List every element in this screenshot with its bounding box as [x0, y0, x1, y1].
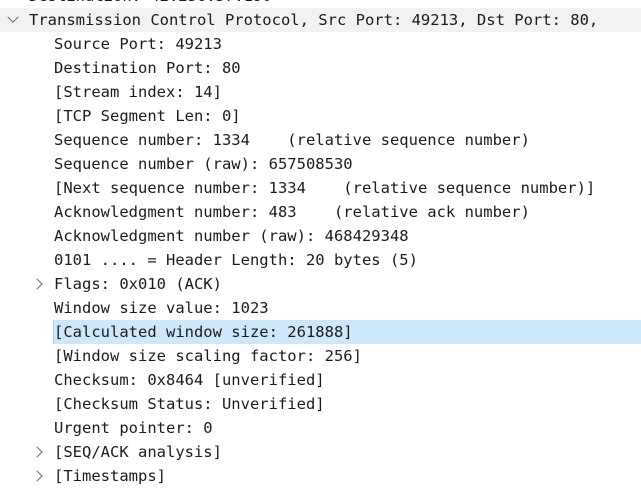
- tree-row-label: Acknowledgment number (raw): 468429348: [54, 227, 409, 245]
- tree-row-tcp-segment-len[interactable]: [TCP Segment Len: 0]: [0, 104, 641, 128]
- tree-row-source-port[interactable]: Source Port: 49213: [0, 32, 641, 56]
- tree-row-stream-index[interactable]: [Stream index: 14]: [0, 80, 641, 104]
- tree-row-label: [Timestamps]: [54, 467, 166, 485]
- tree-row-seq-ack-analysis[interactable]: [SEQ/ACK analysis]: [0, 440, 641, 464]
- tree-row-label: [TCP Segment Len: 0]: [54, 107, 241, 125]
- tree-row-label: Acknowledgment number: 483 (relative ack…: [54, 203, 530, 221]
- tree-row-sequence-number[interactable]: Sequence number: 1334 (relative sequence…: [0, 128, 641, 152]
- tree-row-checksum[interactable]: Checksum: 0x8464 [unverified]: [0, 368, 641, 392]
- tree-row-sequence-number-raw[interactable]: Sequence number (raw): 657508530: [0, 152, 641, 176]
- tree-row-label: Source Port: 49213: [54, 35, 222, 53]
- tree-row-checksum-status[interactable]: [Checksum Status: Unverified]: [0, 392, 641, 416]
- chevron-right-icon[interactable]: [30, 464, 44, 488]
- tree-row-label: [Checksum Status: Unverified]: [54, 395, 325, 413]
- tree-row-label: [Stream index: 14]: [54, 83, 222, 101]
- tree-row-label: Window size value: 1023: [54, 299, 269, 317]
- tree-row-destination-port[interactable]: Destination Port: 80: [0, 56, 641, 80]
- tree-row-tcp-header[interactable]: Transmission Control Protocol, Src Port:…: [0, 8, 641, 32]
- tree-row-acknowledgment-number-raw[interactable]: Acknowledgment number (raw): 468429348: [0, 224, 641, 248]
- tree-row-label: Destination Port: 80: [54, 59, 241, 77]
- tree-row-window-size-value[interactable]: Window size value: 1023: [0, 296, 641, 320]
- tree-row-label: Urgent pointer: 0: [54, 419, 213, 437]
- tree-row-flags[interactable]: Flags: 0x010 (ACK): [0, 272, 641, 296]
- tree-row-timestamps[interactable]: [Timestamps]: [0, 464, 641, 488]
- chevron-down-icon[interactable]: [6, 8, 20, 32]
- tree-row-label: Checksum: 0x8464 [unverified]: [54, 371, 325, 389]
- tree-row-label: Sequence number: 1334 (relative sequence…: [54, 131, 530, 149]
- tree-row-label: Transmission Control Protocol, Src Port:…: [29, 11, 599, 29]
- tree-row-urgent-pointer[interactable]: Urgent pointer: 0: [0, 416, 641, 440]
- tree-row-label: Destination: 42.236.57.190: [29, 0, 272, 8]
- tree-row-label: 0101 .... = Header Length: 20 bytes (5): [54, 251, 418, 269]
- tree-row-label: [SEQ/ACK analysis]: [54, 443, 222, 461]
- tree-row-destination[interactable]: Destination: 42.236.57.190: [0, 0, 641, 8]
- tree-row-acknowledgment-number[interactable]: Acknowledgment number: 483 (relative ack…: [0, 200, 641, 224]
- packet-details-tree: Destination: 42.236.57.190 Transmission …: [0, 0, 641, 488]
- tree-row-calculated-window-size[interactable]: [Calculated window size: 261888]: [0, 320, 641, 344]
- tree-row-label: Sequence number (raw): 657508530: [54, 155, 353, 173]
- chevron-right-icon[interactable]: [30, 272, 44, 296]
- tree-row-window-scaling-factor[interactable]: [Window size scaling factor: 256]: [0, 344, 641, 368]
- tree-row-label: [Calculated window size: 261888]: [54, 323, 353, 341]
- chevron-right-icon[interactable]: [30, 440, 44, 464]
- tree-row-header-length[interactable]: 0101 .... = Header Length: 20 bytes (5): [0, 248, 641, 272]
- tree-row-label: Flags: 0x010 (ACK): [54, 275, 222, 293]
- tree-row-label: [Next sequence number: 1334 (relative se…: [54, 179, 596, 197]
- tree-row-next-sequence-number[interactable]: [Next sequence number: 1334 (relative se…: [0, 176, 641, 200]
- tree-row-label: [Window size scaling factor: 256]: [54, 347, 362, 365]
